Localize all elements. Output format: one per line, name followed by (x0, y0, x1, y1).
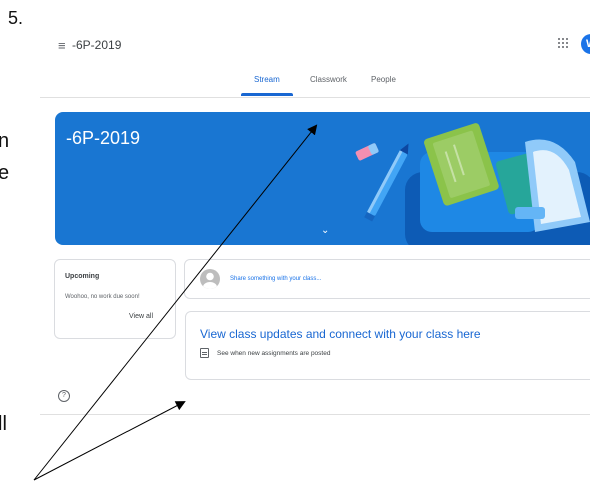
annotation-arrows (33, 124, 318, 481)
annotation-arrow-to-stream (33, 401, 186, 481)
annotation-arrow-to-banner (33, 124, 318, 481)
